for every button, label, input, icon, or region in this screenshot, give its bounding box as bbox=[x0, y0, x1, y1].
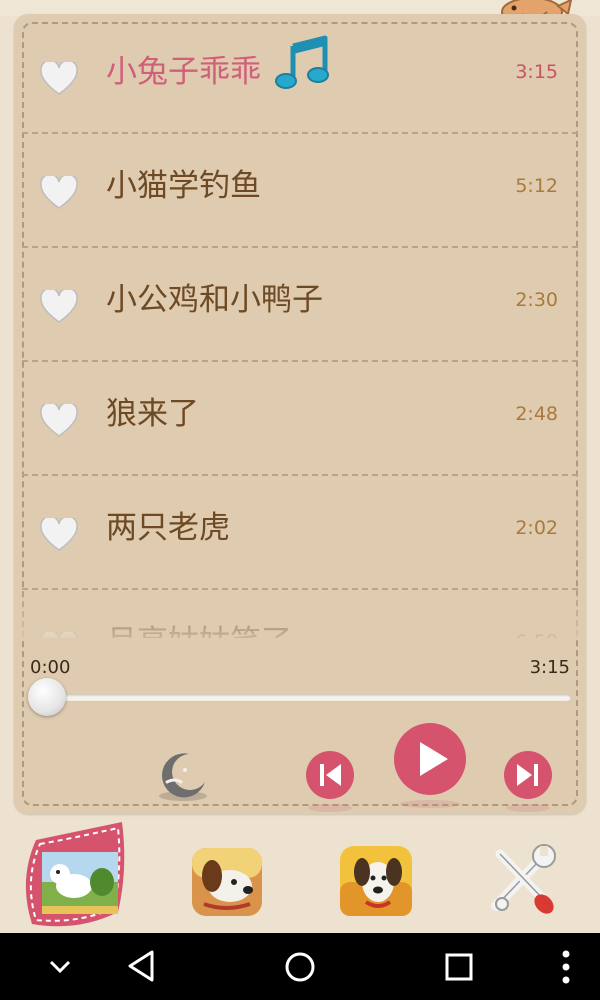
system-navigation-bar bbox=[0, 933, 600, 1000]
song-title: 小猫学钓鱼 bbox=[106, 168, 261, 204]
previous-reflection bbox=[308, 804, 352, 812]
music-note-icon bbox=[275, 34, 331, 92]
music-tab[interactable] bbox=[338, 842, 414, 918]
moon-icon[interactable] bbox=[155, 748, 211, 802]
song-title: 狼来了 bbox=[106, 396, 199, 432]
progress-track[interactable] bbox=[44, 694, 571, 701]
heart-icon[interactable] bbox=[40, 287, 78, 324]
tools-icon[interactable] bbox=[486, 840, 564, 918]
song-duration: 6:58 bbox=[515, 590, 558, 638]
song-row[interactable]: 两只老虎 2:02 bbox=[22, 476, 578, 590]
song-duration: 3:15 bbox=[515, 61, 558, 83]
song-title: 两只老虎 bbox=[106, 510, 230, 546]
heart-icon[interactable] bbox=[40, 515, 78, 552]
song-row[interactable]: 小猫学钓鱼 5:12 bbox=[22, 134, 578, 248]
heart-icon[interactable] bbox=[40, 59, 78, 96]
song-title: 小兔子乖乖 bbox=[106, 54, 261, 90]
song-row[interactable]: 狼来了 2:48 bbox=[22, 362, 578, 476]
heart-icon[interactable] bbox=[40, 173, 78, 210]
song-title: 小公鸡和小鸭子 bbox=[106, 282, 323, 318]
back-icon[interactable] bbox=[126, 949, 156, 983]
heart-icon[interactable] bbox=[40, 629, 78, 638]
elapsed-time: 0:00 bbox=[30, 657, 71, 678]
song-list[interactable]: 小兔子乖乖 3:15 小猫学钓鱼 5:12 小公鸡和小鸭子 2:30 狼来了 2:48 两只老虎… bbox=[22, 20, 578, 638]
next-button[interactable] bbox=[503, 750, 553, 800]
song-duration: 5:12 bbox=[515, 175, 558, 197]
total-time: 3:15 bbox=[529, 657, 570, 678]
song-duration: 2:02 bbox=[515, 517, 558, 539]
song-duration: 2:48 bbox=[515, 403, 558, 425]
song-row[interactable]: 小兔子乖乖 3:15 bbox=[22, 20, 578, 134]
more-icon[interactable] bbox=[560, 949, 572, 985]
song-duration: 2:30 bbox=[515, 289, 558, 311]
song-title: 月亮姑姑笑了 bbox=[106, 590, 292, 638]
story-tab[interactable] bbox=[18, 820, 130, 932]
home-icon[interactable] bbox=[284, 951, 316, 983]
cartoon-tab[interactable] bbox=[190, 846, 264, 918]
previous-button[interactable] bbox=[305, 750, 355, 800]
progress-thumb[interactable] bbox=[28, 678, 66, 716]
play-button[interactable] bbox=[393, 722, 467, 796]
recents-icon[interactable] bbox=[444, 952, 474, 982]
heart-icon[interactable] bbox=[40, 401, 78, 438]
bottom-navigation bbox=[0, 818, 600, 932]
play-reflection bbox=[400, 800, 460, 808]
song-row[interactable]: 月亮姑姑笑了 6:58 bbox=[22, 590, 578, 638]
next-reflection bbox=[506, 804, 550, 812]
song-row[interactable]: 小公鸡和小鸭子 2:30 bbox=[22, 248, 578, 362]
chevron-down-icon[interactable] bbox=[48, 957, 72, 977]
